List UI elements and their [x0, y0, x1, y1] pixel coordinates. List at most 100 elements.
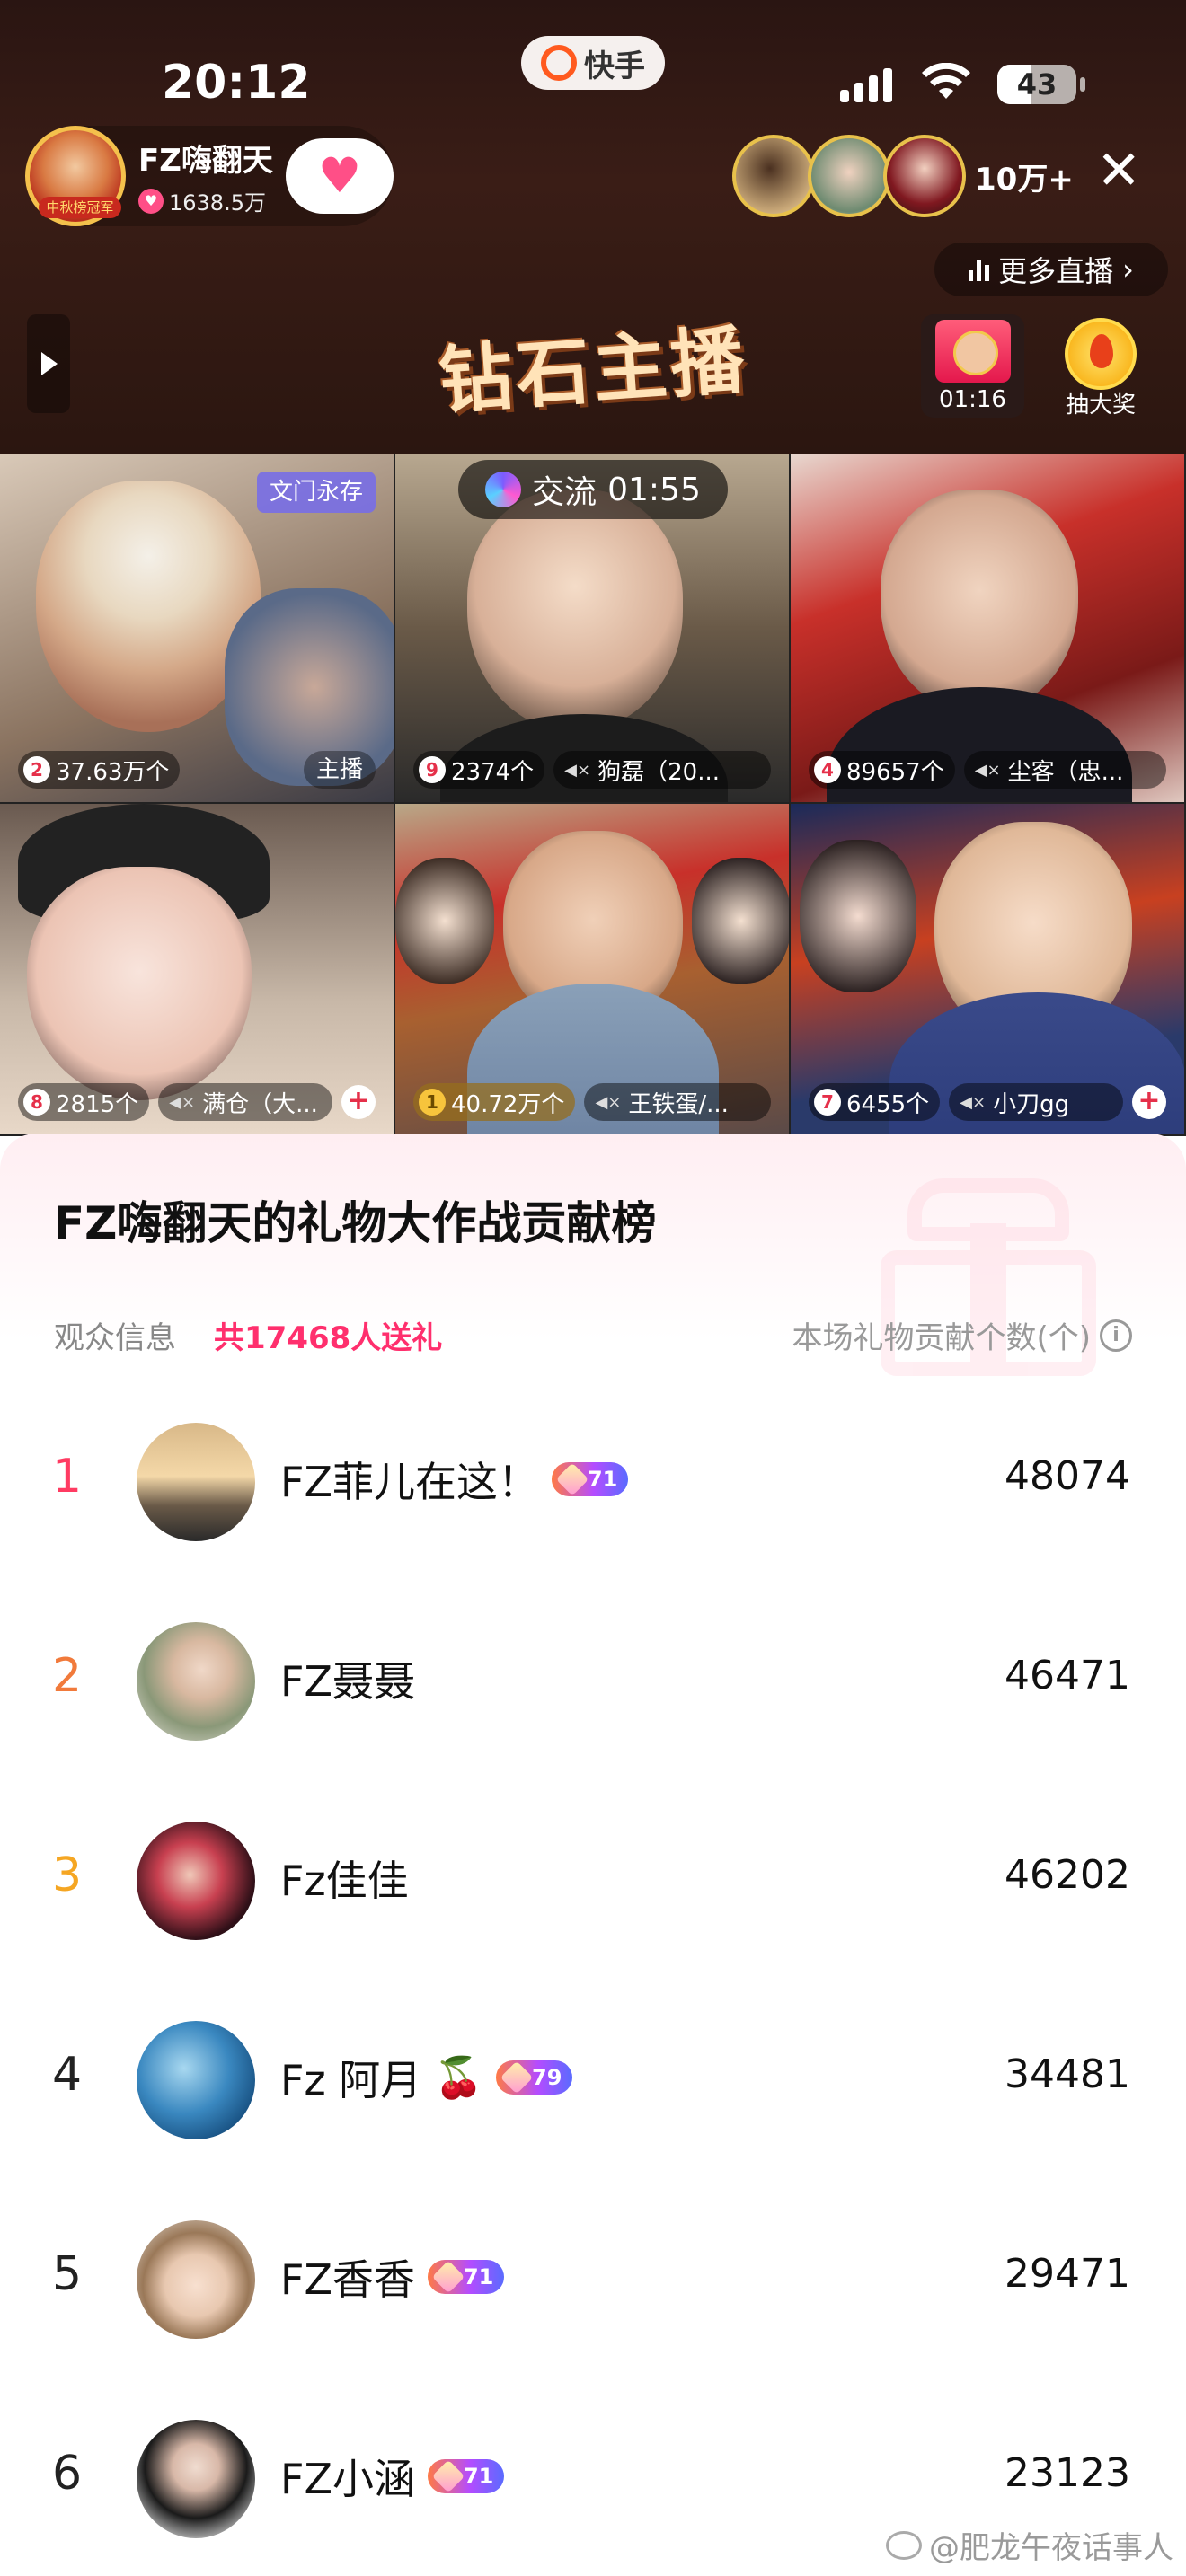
contribution-sheet: FZ嗨翻天的礼物大作战贡献榜 观众信息 共17468人送礼 本场礼物贡献个数(个… [0, 1134, 1186, 2576]
grid-cell[interactable]: 8 2815个 ◀× 满仓（大... + [0, 804, 395, 1136]
gift-timer-text: 01:16 [939, 386, 1006, 413]
gem-icon [431, 2260, 465, 2294]
leaderboard-row[interactable]: 4 Fz 阿月 🍒 79 34481 [0, 2012, 1186, 2147]
host-name: FZ嗨翻天 [138, 143, 273, 179]
leaderboard-row[interactable]: 3 Fz佳佳 46202 [0, 1813, 1186, 1947]
contribution-column-label[interactable]: 本场礼物贡献个数(个) i [792, 1313, 1132, 1357]
rank-chip: 2 37.63万个 [18, 751, 181, 789]
host-name-chip[interactable]: ◀× 小刀gg [949, 1083, 1123, 1121]
mute-icon: ◀× [974, 760, 1001, 780]
leaderboard-row[interactable]: 5 FZ香香 71 29471 [0, 2211, 1186, 2346]
expand-play-icon[interactable] [27, 314, 70, 413]
mute-icon: ◀× [595, 1092, 622, 1112]
follow-plus-button[interactable]: + [341, 1085, 376, 1119]
gift-box-icon [935, 320, 1011, 383]
level-badge: 71 [551, 1462, 629, 1496]
row-name: Fz佳佳 [280, 1857, 409, 1905]
pk-timer: 交流 01:55 [458, 460, 728, 519]
rank-chip: 7 6455个 [809, 1083, 941, 1121]
host-video [881, 490, 1078, 714]
chevron-right-icon: › [1122, 252, 1134, 287]
leaderboard-row[interactable]: 2 FZ聂聂 46471 [0, 1613, 1186, 1748]
host-name-chip[interactable]: ◀× 王铁蛋/... [584, 1083, 771, 1121]
rank-chip: 4 89657个 [809, 751, 955, 789]
grid-cell[interactable]: 文门永存 2 37.63万个 主播 [0, 454, 395, 804]
row-name: FZ小涵 [280, 2455, 415, 2503]
avatar[interactable] [137, 2021, 255, 2139]
level-number: 71 [587, 1467, 618, 1492]
avatar[interactable] [137, 1822, 255, 1940]
lottery-widget[interactable]: 抽大奖 [1047, 314, 1155, 419]
host-name: 满仓（大... [202, 1090, 318, 1118]
host-likes-count: 1638.5万 [169, 190, 266, 216]
row-value: 46202 [1005, 1852, 1130, 1898]
viewer-avatar[interactable] [808, 135, 890, 217]
grid-cell[interactable]: 1 40.72万个 ◀× 王铁蛋/... [395, 804, 791, 1136]
row-rank: 5 [52, 2247, 83, 2301]
host-name-chip[interactable]: ◀× 尘客（忠... [963, 751, 1166, 789]
gift-count: 37.63万个 [56, 758, 170, 786]
rank-chip: 8 2815个 [18, 1083, 150, 1121]
app-pill[interactable]: 快手 [521, 36, 665, 90]
follow-button[interactable]: ♥ [286, 138, 394, 214]
row-name: FZ香香 [280, 2255, 415, 2304]
rank-chip: 1 40.72万个 [413, 1083, 576, 1121]
gift-timer-widget[interactable]: 01:16 [921, 314, 1024, 418]
gift-count: 2374个 [451, 758, 535, 786]
host-avatar[interactable]: 中秋榜冠军 [25, 126, 126, 226]
guest-left [395, 858, 494, 984]
host-name-chip[interactable]: ◀× 狗磊（20... [553, 751, 771, 789]
gift-count: 89657个 [846, 758, 944, 786]
bar-chart-icon [969, 258, 990, 281]
row-rank: 6 [52, 2447, 83, 2501]
top-viewers[interactable] [732, 135, 966, 217]
level-number: 71 [463, 2464, 494, 2489]
host-name-chip[interactable]: ◀× 满仓（大... [158, 1083, 332, 1121]
viewer-avatar[interactable] [732, 135, 815, 217]
rank-number: 7 [814, 1089, 841, 1116]
gem-icon [555, 1462, 589, 1496]
pk-timer-time: 01:55 [607, 471, 701, 508]
row-rank: 3 [52, 1848, 83, 1902]
row-rank: 1 [52, 1450, 83, 1504]
avatar[interactable] [137, 2420, 255, 2538]
wifi-icon [922, 63, 970, 99]
row-value: 23123 [1005, 2450, 1130, 2496]
viewer-count[interactable]: 10万+ [975, 154, 1074, 198]
close-icon[interactable]: ✕ [1096, 144, 1141, 198]
avatar[interactable] [137, 1622, 255, 1741]
status-time: 20:12 [162, 56, 311, 110]
weibo-icon [886, 2530, 922, 2560]
host-name: 狗磊（20... [597, 758, 720, 786]
follow-plus-button[interactable]: + [1132, 1085, 1166, 1119]
level-badge: 71 [427, 2260, 505, 2294]
host-label: 主播 [303, 751, 376, 789]
rank-number: 9 [419, 756, 446, 783]
multi-host-grid: 文门永存 2 37.63万个 主播 9 2374个 ◀× 狗磊（20... 4 … [0, 454, 1186, 1136]
grid-cell[interactable]: 7 6455个 ◀× 小刀gg + [791, 804, 1186, 1136]
row-value: 34481 [1005, 2051, 1130, 2097]
host-name: 尘客（忠... [1007, 758, 1124, 786]
level-badge: 71 [427, 2459, 505, 2493]
more-live-button[interactable]: 更多直播 › [934, 243, 1168, 296]
live-header: 20:12 快手 43 中秋榜冠军 FZ嗨翻天 ♥ 1638.5万 ♥ 10万+… [0, 0, 1186, 454]
gem-icon [500, 2060, 534, 2095]
grid-cell[interactable]: 4 89657个 ◀× 尘客（忠... [791, 454, 1186, 804]
avatar[interactable] [137, 2220, 255, 2339]
host-avatar-badge: 中秋榜冠军 [39, 197, 121, 218]
row-name: FZ聂聂 [280, 1657, 415, 1706]
mute-icon: ◀× [169, 1092, 196, 1112]
weibo-watermark: @肥龙午夜话事人 [886, 2523, 1173, 2567]
gifter-count: 共17468人送礼 [214, 1320, 443, 1356]
leaderboard-row[interactable]: 1 FZ菲儿在这！ 71 48074 [0, 1414, 1186, 1548]
diamond-host-banner: 钻石主播 [436, 317, 751, 425]
cherry-icon: 🍒 [434, 2055, 484, 2101]
info-icon[interactable]: i [1100, 1319, 1132, 1352]
viewer-avatar[interactable] [883, 135, 966, 217]
level-badge: 79 [496, 2060, 573, 2095]
avatar[interactable] [137, 1423, 255, 1541]
level-number: 79 [532, 2065, 562, 2090]
gift-count: 40.72万个 [451, 1090, 565, 1118]
lottery-label: 抽大奖 [1065, 392, 1136, 419]
row-rank: 2 [52, 1649, 83, 1703]
